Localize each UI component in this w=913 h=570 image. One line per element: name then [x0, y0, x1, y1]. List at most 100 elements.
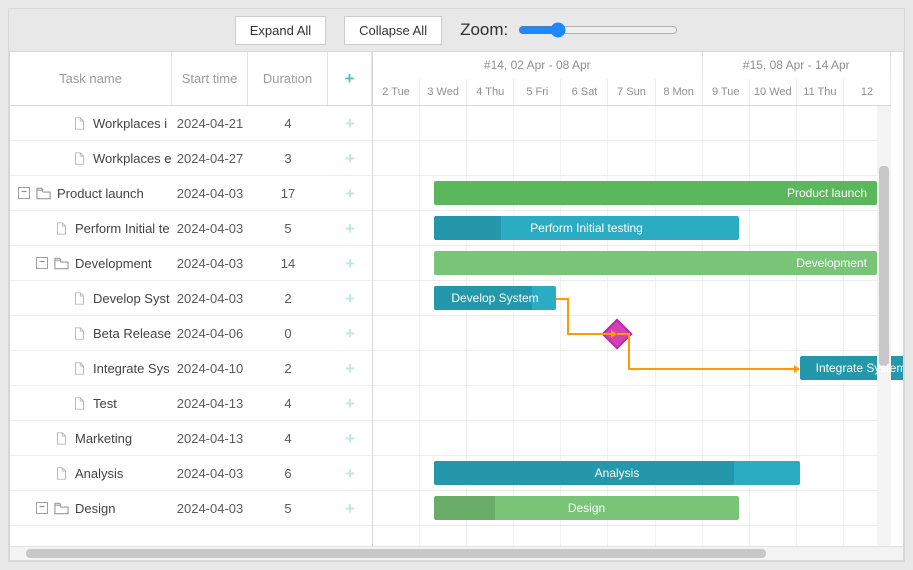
plus-icon[interactable]: + [345, 150, 355, 167]
task-row[interactable]: Workplaces i2024-04-214+ [10, 106, 372, 141]
day-header: 5 Fri [514, 79, 561, 106]
task-add-cell[interactable]: + [328, 150, 372, 167]
task-duration-cell: 14 [248, 256, 328, 271]
task-duration-cell: 5 [248, 221, 328, 236]
task-name-cell[interactable]: Beta Release [10, 326, 172, 341]
plus-icon[interactable]: + [345, 255, 355, 272]
task-row[interactable]: −Product launch2024-04-0317+ [10, 176, 372, 211]
plus-icon[interactable]: + [345, 115, 355, 132]
task-add-cell[interactable]: + [328, 220, 372, 237]
task-name-label: Perform Initial te [75, 221, 170, 236]
task-row[interactable]: Develop Syst2024-04-032+ [10, 281, 372, 316]
task-name-cell[interactable]: − Product launch [10, 186, 172, 201]
col-header-add[interactable]: + [328, 52, 372, 105]
folder-icon [36, 187, 51, 200]
task-name-cell[interactable]: Workplaces e [10, 151, 172, 166]
task-name-cell[interactable]: Workplaces i [10, 116, 172, 131]
plus-icon[interactable]: + [345, 500, 355, 517]
project-bar[interactable]: Development [434, 251, 877, 275]
task-row[interactable]: Analysis2024-04-036+ [10, 456, 372, 491]
task-duration-cell: 3 [248, 151, 328, 166]
task-name-cell[interactable]: Perform Initial te [10, 221, 172, 236]
day-header: 12 [844, 79, 891, 106]
task-bar[interactable]: Perform Initial testing [434, 216, 739, 240]
task-start-cell: 2024-04-13 [172, 431, 248, 446]
day-header: 6 Sat [561, 79, 608, 106]
task-add-cell[interactable]: + [328, 115, 372, 132]
task-add-cell[interactable]: + [328, 430, 372, 447]
task-add-cell[interactable]: + [328, 185, 372, 202]
task-name-cell[interactable]: Integrate Sys [10, 361, 172, 376]
plus-icon[interactable]: + [345, 395, 355, 412]
task-name-cell[interactable]: Develop Syst [10, 291, 172, 306]
task-name-cell[interactable]: Test [10, 396, 172, 411]
scrollbar-thumb[interactable] [879, 166, 889, 366]
bar-label: Development [796, 256, 877, 270]
project-bar[interactable]: Product launch [434, 181, 877, 205]
file-icon [72, 117, 87, 130]
gantt: Task name Start time Duration + Workplac… [9, 51, 904, 561]
task-bar[interactable]: Develop System [434, 286, 556, 310]
task-add-cell[interactable]: + [328, 360, 372, 377]
bar-label: Analysis [595, 466, 640, 480]
task-row[interactable]: Perform Initial te2024-04-035+ [10, 211, 372, 246]
task-add-cell[interactable]: + [328, 500, 372, 517]
expand-all-button[interactable]: Expand All [235, 16, 326, 45]
grid-header: Task name Start time Duration + [10, 52, 372, 106]
plus-icon[interactable]: + [345, 70, 355, 87]
bar-label: Perform Initial testing [530, 221, 643, 235]
task-name-label: Product launch [57, 186, 144, 201]
task-start-cell: 2024-04-13 [172, 396, 248, 411]
collapse-toggle[interactable]: − [18, 187, 30, 199]
task-duration-cell: 2 [248, 291, 328, 306]
timeline-row: Integrate System [373, 351, 891, 386]
bar-label: Design [568, 501, 605, 515]
timeline-row [373, 316, 891, 351]
plus-icon[interactable]: + [345, 465, 355, 482]
timeline-row [373, 386, 891, 421]
task-add-cell[interactable]: + [328, 325, 372, 342]
milestone-marker[interactable] [601, 318, 632, 349]
task-row[interactable]: −Development2024-04-0314+ [10, 246, 372, 281]
plus-icon[interactable]: + [345, 290, 355, 307]
task-name-cell[interactable]: Marketing [10, 431, 172, 446]
collapse-toggle[interactable]: − [36, 502, 48, 514]
task-name-label: Workplaces i [93, 116, 167, 131]
task-name-cell[interactable]: Analysis [10, 466, 172, 481]
task-row[interactable]: −Design2024-04-035+ [10, 491, 372, 526]
task-name-label: Marketing [75, 431, 132, 446]
task-duration-cell: 4 [248, 431, 328, 446]
plus-icon[interactable]: + [345, 220, 355, 237]
scrollbar-thumb[interactable] [26, 549, 766, 558]
timeline-row: Development [373, 246, 891, 281]
task-duration-cell: 4 [248, 396, 328, 411]
task-row[interactable]: Marketing 2024-04-134 + [10, 421, 372, 456]
task-row[interactable]: Workplaces e2024-04-273+ [10, 141, 372, 176]
day-header: 8 Mon [656, 79, 703, 106]
task-row[interactable]: Beta Release2024-04-060+ [10, 316, 372, 351]
task-add-cell[interactable]: + [328, 465, 372, 482]
collapse-toggle[interactable]: − [36, 257, 48, 269]
vertical-scrollbar[interactable] [877, 106, 891, 546]
task-bar[interactable]: Analysis [434, 461, 800, 485]
task-name-cell[interactable]: −Design [10, 501, 172, 516]
bar-label: Product launch [787, 186, 877, 200]
timeline-row [373, 421, 891, 456]
task-add-cell[interactable]: + [328, 255, 372, 272]
plus-icon[interactable]: + [345, 360, 355, 377]
task-add-cell[interactable]: + [328, 395, 372, 412]
task-name-cell[interactable]: −Development [10, 256, 172, 271]
collapse-all-button[interactable]: Collapse All [344, 16, 442, 45]
plus-icon[interactable]: + [345, 325, 355, 342]
task-row[interactable]: Test2024-04-134 + [10, 386, 372, 421]
task-row[interactable]: Integrate Sys2024-04-102+ [10, 351, 372, 386]
zoom-slider[interactable] [518, 22, 678, 38]
task-duration-cell: 6 [248, 466, 328, 481]
task-name-label: Workplaces e [93, 151, 172, 166]
plus-icon[interactable]: + [345, 185, 355, 202]
task-add-cell[interactable]: + [328, 290, 372, 307]
project-bar[interactable]: Design [434, 496, 739, 520]
plus-icon[interactable]: + [345, 430, 355, 447]
horizontal-scrollbar[interactable] [10, 546, 903, 560]
task-start-cell: 2024-04-03 [172, 501, 248, 516]
